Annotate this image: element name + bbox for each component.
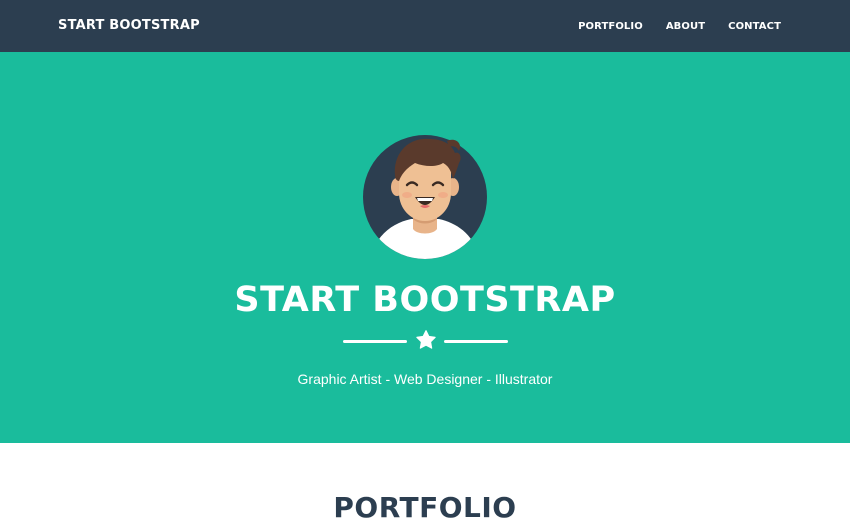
star-icon: [416, 330, 436, 349]
portfolio-heading: PORTFOLIO: [333, 491, 517, 524]
masthead: START BOOTSTRAP Graphic Artist - Web Des…: [0, 52, 850, 443]
navbar-brand[interactable]: START BOOTSTRAP: [58, 0, 200, 52]
nav-link-contact[interactable]: CONTACT: [728, 21, 781, 32]
nav-link-portfolio[interactable]: PORTFOLIO: [578, 21, 643, 32]
nav-links: PORTFOLIO ABOUT CONTACT: [555, 0, 781, 52]
star-divider: [343, 329, 508, 355]
nav-link-about[interactable]: ABOUT: [666, 21, 705, 32]
divider-line-right: [444, 340, 508, 343]
avatar-icon: [363, 135, 487, 259]
navbar: START BOOTSTRAP PORTFOLIO ABOUT CONTACT: [0, 0, 850, 52]
divider-line-left: [343, 340, 407, 343]
masthead-subheading: Graphic Artist - Web Designer - Illustra…: [297, 371, 553, 387]
masthead-title: START BOOTSTRAP: [234, 280, 616, 320]
